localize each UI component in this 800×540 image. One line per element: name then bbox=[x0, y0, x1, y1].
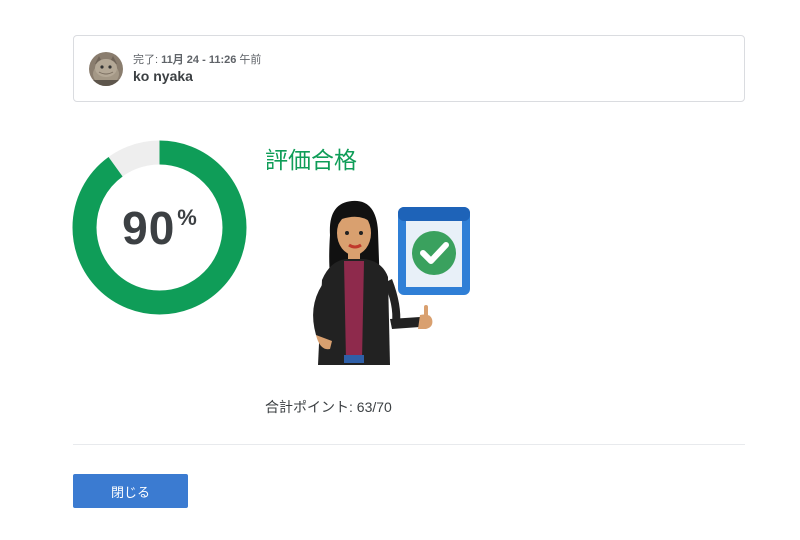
result-title: 評価合格 bbox=[265, 147, 357, 173]
score-value: 90 bbox=[122, 201, 176, 254]
status-prefix: 完了: bbox=[133, 54, 162, 66]
score-label: 90% bbox=[72, 140, 247, 315]
date-time-separator: - bbox=[199, 54, 209, 66]
passed-illustration bbox=[313, 200, 470, 365]
submission-card: 完了: 11月 24 - 11:26 午前 ko nyaka bbox=[73, 35, 745, 102]
submission-time: 11:26 bbox=[208, 54, 237, 66]
avatar bbox=[89, 52, 123, 86]
percent-symbol: % bbox=[177, 204, 197, 230]
total-points: 合計ポイント: 63/70 bbox=[265, 399, 392, 415]
checkmark-clipboard-icon bbox=[398, 207, 470, 295]
close-button[interactable]: 閉じる bbox=[73, 474, 188, 508]
submission-ampm: 午前 bbox=[236, 54, 262, 66]
user-name: ko nyaka bbox=[133, 68, 193, 84]
submission-meta: 完了: 11月 24 - 11:26 午前 bbox=[133, 51, 261, 67]
submission-date: 11月 24 bbox=[161, 54, 200, 66]
divider bbox=[73, 444, 745, 445]
